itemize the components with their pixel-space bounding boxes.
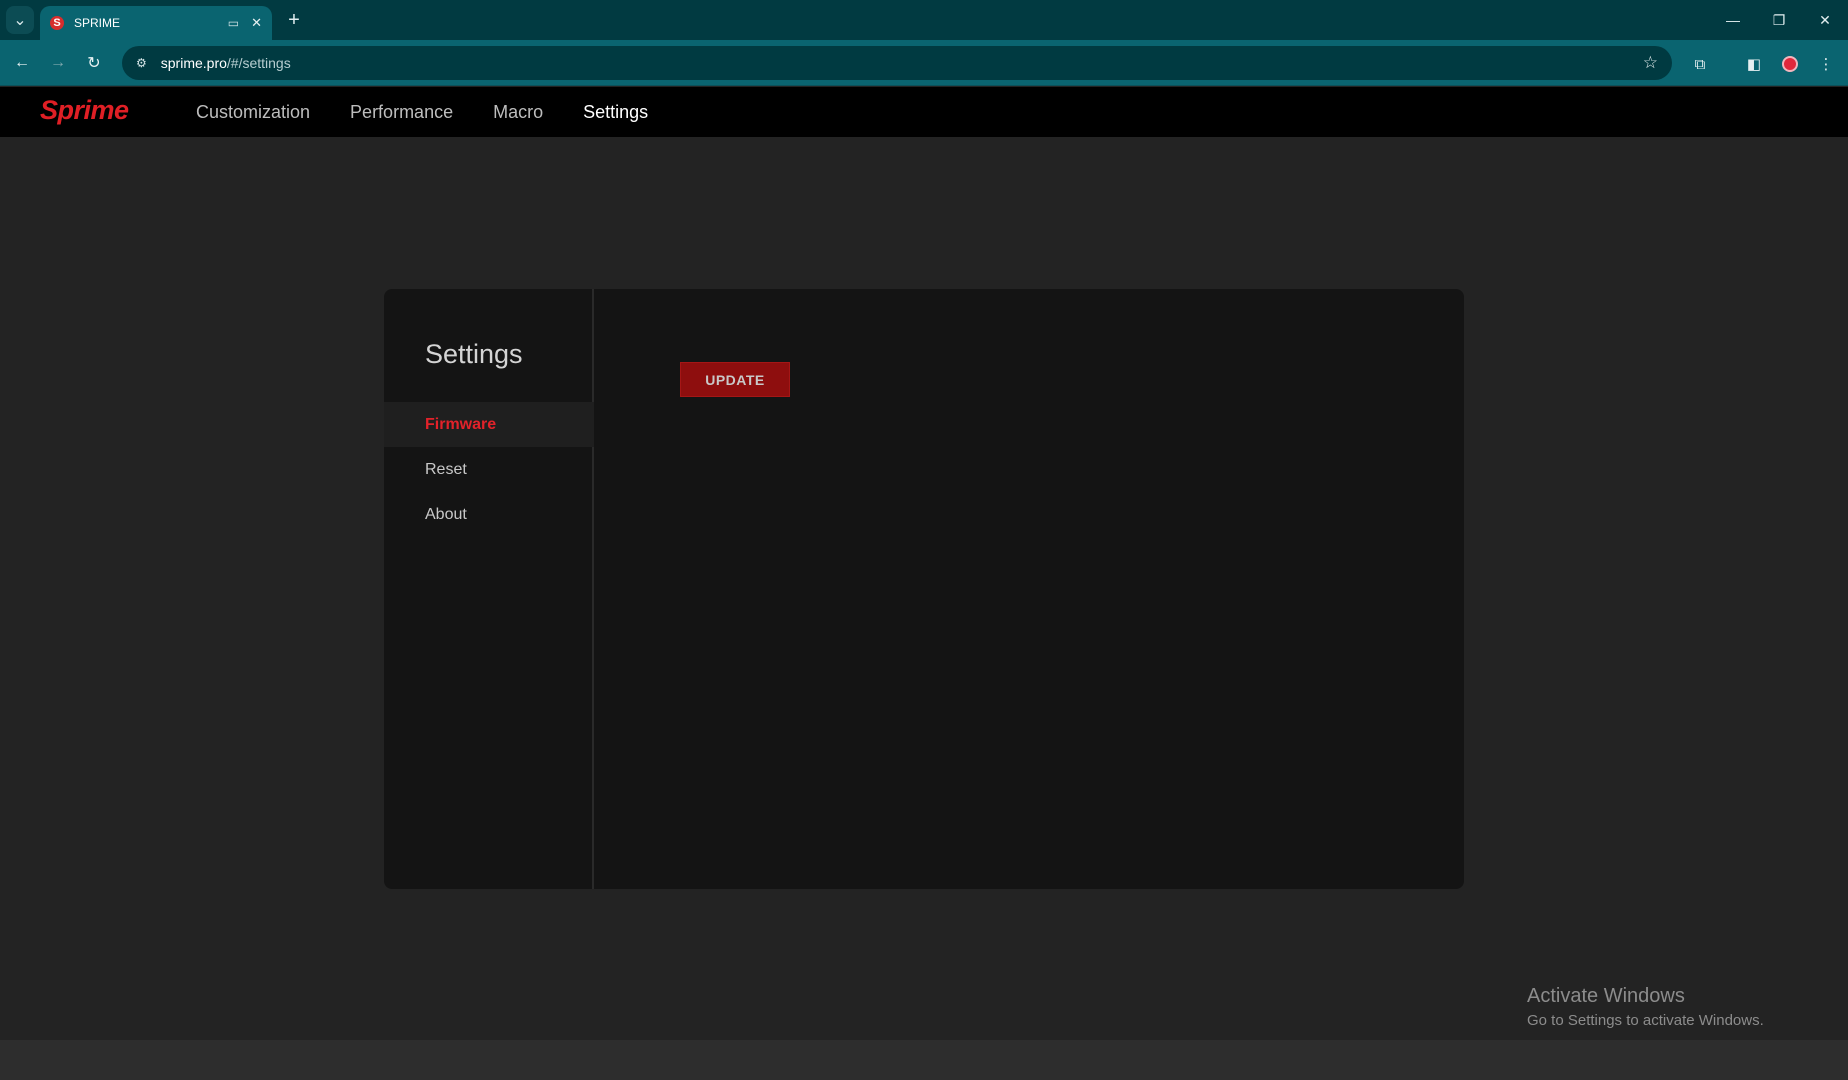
window-controls: — ❐ ✕: [1710, 0, 1848, 40]
settings-menu-firmware[interactable]: Firmware: [384, 402, 594, 447]
favicon-icon: S: [50, 16, 64, 30]
app-header: Sprime Customization Performance Macro S…: [0, 87, 1848, 137]
settings-panel: Settings Firmware Reset About UPDATE: [384, 289, 1464, 889]
url-host: sprime.pro: [160, 55, 227, 71]
watermark-title: Activate Windows: [1527, 985, 1685, 1007]
close-icon: ✕: [1819, 11, 1831, 28]
profile-icon: [1782, 56, 1798, 72]
settings-title: Settings: [425, 339, 523, 369]
restore-icon: ❐: [1772, 11, 1786, 28]
minimize-icon: —: [1726, 12, 1740, 28]
close-window-button[interactable]: ✕: [1802, 0, 1848, 40]
settings-menu-about[interactable]: About: [384, 492, 594, 537]
browser-menu-icon[interactable]: ⋮: [1814, 52, 1838, 76]
new-tab-button[interactable]: +: [282, 8, 306, 32]
nav-performance[interactable]: Performance: [350, 102, 453, 123]
url-path: /#/settings: [226, 55, 291, 71]
plus-icon: +: [288, 8, 300, 31]
extensions-icon[interactable]: ⧉: [1688, 52, 1712, 76]
minimize-button[interactable]: —: [1710, 0, 1756, 40]
site-info-icon[interactable]: ⚙: [136, 56, 147, 70]
browser-toolbar: ← → ↻ ⚙ sprime.pro/#/settings ☆ ⧉ ◧ ⋮: [0, 40, 1848, 86]
settings-sidebar: Settings Firmware Reset About: [384, 289, 594, 889]
bookmark-star-icon[interactable]: ☆: [1643, 53, 1658, 73]
nav-macro[interactable]: Macro: [493, 102, 543, 123]
activate-windows-watermark: Activate Windows Go to Settings to activ…: [1527, 985, 1764, 1029]
forward-button[interactable]: →: [45, 50, 71, 76]
app-nav: Customization Performance Macro Settings: [196, 87, 688, 137]
close-icon[interactable]: ✕: [251, 15, 262, 31]
sprime-logo[interactable]: Sprime: [40, 95, 129, 126]
side-panel-icon[interactable]: ◧: [1742, 52, 1766, 76]
watermark-subtitle: Go to Settings to activate Windows.: [1527, 1012, 1764, 1029]
nav-settings[interactable]: Settings: [583, 102, 648, 123]
settings-menu-reset[interactable]: Reset: [384, 447, 594, 492]
media-icon[interactable]: ▭: [228, 16, 239, 30]
profile-avatar[interactable]: [1778, 52, 1802, 76]
browser-tabstrip: ⌄ S SPRIME ▭ ✕ + — ❐ ✕: [0, 0, 1848, 40]
arrow-right-icon: →: [50, 54, 66, 71]
tab-search-button[interactable]: ⌄: [6, 6, 34, 34]
update-button[interactable]: UPDATE: [680, 362, 790, 397]
restore-button[interactable]: ❐: [1756, 0, 1802, 40]
arrow-left-icon: ←: [14, 54, 30, 71]
tab-title: SPRIME: [74, 16, 121, 30]
nav-customization[interactable]: Customization: [196, 102, 310, 123]
back-button[interactable]: ←: [9, 50, 35, 76]
reload-icon: ↻: [87, 55, 101, 72]
browser-tab[interactable]: S SPRIME ▭ ✕: [40, 6, 272, 40]
address-bar[interactable]: ⚙ sprime.pro/#/settings ☆: [122, 46, 1672, 80]
reload-button[interactable]: ↻: [81, 50, 107, 76]
bottom-bar: [0, 1040, 1848, 1080]
chevron-down-icon: ⌄: [13, 12, 27, 29]
